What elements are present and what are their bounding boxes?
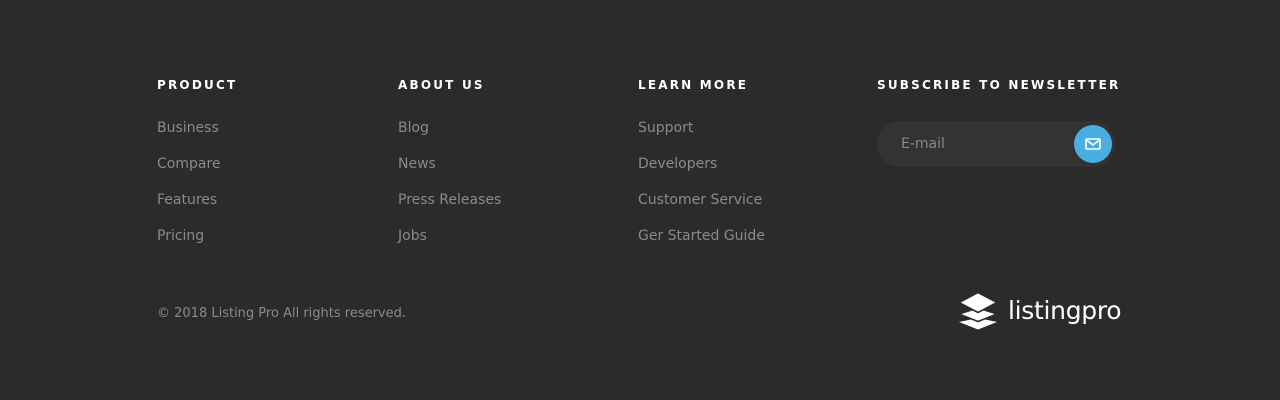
footer-link-news[interactable]: News <box>398 156 436 172</box>
list-item: Features <box>157 190 237 226</box>
list-item: Business <box>157 118 237 154</box>
site-footer: PRODUCT Business Compare Features Pricin… <box>0 0 1280 400</box>
subscribe-button[interactable] <box>1074 125 1112 163</box>
copyright-text: © 2018 Listing Pro All rights reserved. <box>157 306 407 321</box>
footer-link-jobs[interactable]: Jobs <box>398 228 427 244</box>
footer-link-compare[interactable]: Compare <box>157 156 221 172</box>
list-item: News <box>398 154 501 190</box>
brand-logo[interactable]: listingpro <box>957 292 1122 330</box>
footer-link-press-releases[interactable]: Press Releases <box>398 192 501 208</box>
list-item: Blog <box>398 118 501 154</box>
footer-link-pricing[interactable]: Pricing <box>157 228 204 244</box>
list-item: Compare <box>157 154 237 190</box>
column-heading-about-us: ABOUT US <box>398 78 485 92</box>
column-heading-newsletter: SUBSCRIBE TO NEWSLETTER <box>877 78 1121 92</box>
column-heading-learn-more: LEARN MORE <box>638 78 749 92</box>
list-item: Ger Started Guide <box>638 226 765 262</box>
link-list-product: Business Compare Features Pricing <box>157 118 237 262</box>
stacked-layers-icon <box>958 292 998 330</box>
footer-link-blog[interactable]: Blog <box>398 120 429 136</box>
list-item: Developers <box>638 154 765 190</box>
footer-link-developers[interactable]: Developers <box>638 156 717 172</box>
footer-column-learn-more: LEARN MORE Support Developers Customer S… <box>638 77 765 262</box>
brand-name: listingpro <box>1008 296 1122 325</box>
footer-column-product: PRODUCT Business Compare Features Pricin… <box>157 77 237 262</box>
email-input[interactable] <box>901 121 1061 167</box>
footer-link-features[interactable]: Features <box>157 192 217 208</box>
list-item: Jobs <box>398 226 501 262</box>
link-list-learn-more: Support Developers Customer Service Ger … <box>638 118 765 262</box>
newsletter-form <box>877 121 1115 167</box>
envelope-icon <box>1085 138 1101 150</box>
footer-link-business[interactable]: Business <box>157 120 219 136</box>
footer-link-support[interactable]: Support <box>638 120 693 136</box>
column-heading-product: PRODUCT <box>157 78 238 92</box>
footer-column-about-us: ABOUT US Blog News Press Releases Jobs <box>398 77 501 262</box>
list-item: Customer Service <box>638 190 765 226</box>
footer-link-customer-service[interactable]: Customer Service <box>638 192 762 208</box>
footer-link-started-guide[interactable]: Ger Started Guide <box>638 228 765 244</box>
link-list-about-us: Blog News Press Releases Jobs <box>398 118 501 262</box>
footer-column-newsletter: SUBSCRIBE TO NEWSLETTER <box>877 77 1121 167</box>
list-item: Press Releases <box>398 190 501 226</box>
list-item: Pricing <box>157 226 237 262</box>
list-item: Support <box>638 118 765 154</box>
